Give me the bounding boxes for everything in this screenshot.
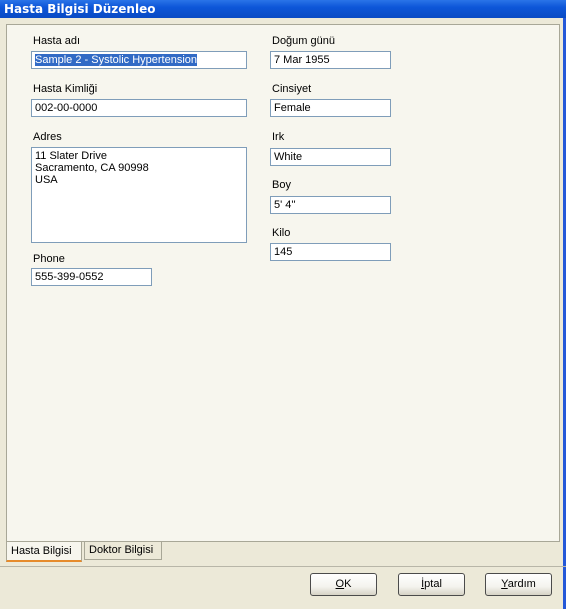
edit-patient-dialog: Hasta Bilgisi Düzenleo Hasta adı Sample … — [0, 0, 566, 609]
gender-input[interactable]: Female — [270, 99, 391, 117]
dob-label: Doğum günü — [272, 35, 335, 47]
patient-id-input[interactable]: 002-00-0000 — [31, 99, 247, 117]
patient-id-label: Hasta Kimliği — [33, 83, 98, 95]
button-separator — [0, 566, 566, 567]
weight-label: Kilo — [272, 227, 291, 239]
address-line-2: Sacramento, CA 90998 — [35, 162, 149, 174]
address-line-3: USA — [35, 174, 58, 186]
help-button[interactable]: Yardım — [485, 573, 552, 596]
tab-doctor-info[interactable]: Doktor Bilgisi — [84, 542, 162, 560]
gender-label: Cinsiyet — [272, 83, 312, 95]
dob-input[interactable]: 7 Mar 1955 — [270, 51, 391, 69]
tab-patient-info[interactable]: Hasta Bilgisi — [6, 542, 82, 562]
phone-label: Phone — [33, 253, 65, 265]
patient-info-panel: Hasta adı Sample 2 - Systolic Hypertensi… — [6, 24, 560, 542]
address-label: Adres — [33, 131, 62, 143]
race-input[interactable]: White — [270, 148, 391, 166]
phone-input[interactable]: 555-399-0552 — [31, 268, 152, 286]
patient-name-label: Hasta adı — [33, 35, 81, 47]
race-label: Irk — [272, 131, 285, 143]
dialog-title: Hasta Bilgisi Düzenleo — [0, 0, 566, 18]
patient-name-input[interactable]: Sample 2 - Systolic Hypertension — [31, 51, 247, 69]
weight-input[interactable]: 145 — [270, 243, 391, 261]
height-label: Boy — [272, 179, 291, 191]
address-textarea[interactable]: 11 Slater Drive Sacramento, CA 90998 USA — [31, 147, 247, 243]
cancel-button[interactable]: İptal — [398, 573, 465, 596]
address-line-1: 11 Slater Drive — [35, 150, 107, 162]
patient-name-value: Sample 2 - Systolic Hypertension — [35, 54, 198, 66]
height-input[interactable]: 5' 4'' — [270, 196, 391, 214]
ok-button[interactable]: OK — [310, 573, 377, 596]
